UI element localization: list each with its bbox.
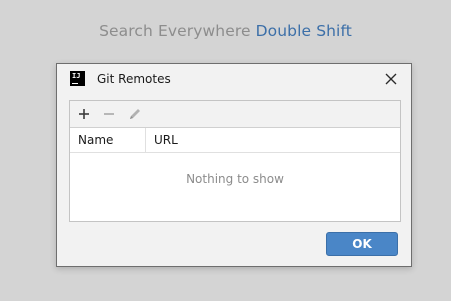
add-remote-button[interactable] — [75, 105, 93, 123]
column-header-url[interactable]: URL — [146, 128, 400, 152]
git-remotes-dialog: IJ Git Remotes Name URL Nothing to show … — [56, 63, 412, 267]
edit-remote-button[interactable] — [126, 105, 144, 123]
remotes-panel: Name URL Nothing to show — [69, 100, 401, 222]
intellij-app-icon: IJ — [70, 71, 85, 86]
dialog-titlebar: IJ Git Remotes — [57, 64, 411, 94]
close-icon — [385, 73, 397, 85]
dialog-title: Git Remotes — [97, 72, 171, 86]
column-header-name[interactable]: Name — [70, 128, 146, 152]
hint-shortcut: Double Shift — [255, 22, 352, 40]
hint-text: Search Everywhere — [99, 22, 251, 40]
remove-remote-button[interactable] — [100, 105, 118, 123]
search-everywhere-hint: Search Everywhere Double Shift — [0, 22, 451, 40]
pencil-icon — [130, 109, 140, 119]
remotes-table-header: Name URL — [70, 128, 400, 153]
ok-button[interactable]: OK — [326, 232, 398, 256]
close-button[interactable] — [381, 69, 401, 89]
plus-icon — [79, 109, 89, 119]
remotes-toolbar — [70, 101, 400, 128]
minus-icon — [104, 113, 114, 115]
app-icon-label: IJ — [72, 72, 81, 80]
empty-table-text: Nothing to show — [186, 172, 284, 186]
